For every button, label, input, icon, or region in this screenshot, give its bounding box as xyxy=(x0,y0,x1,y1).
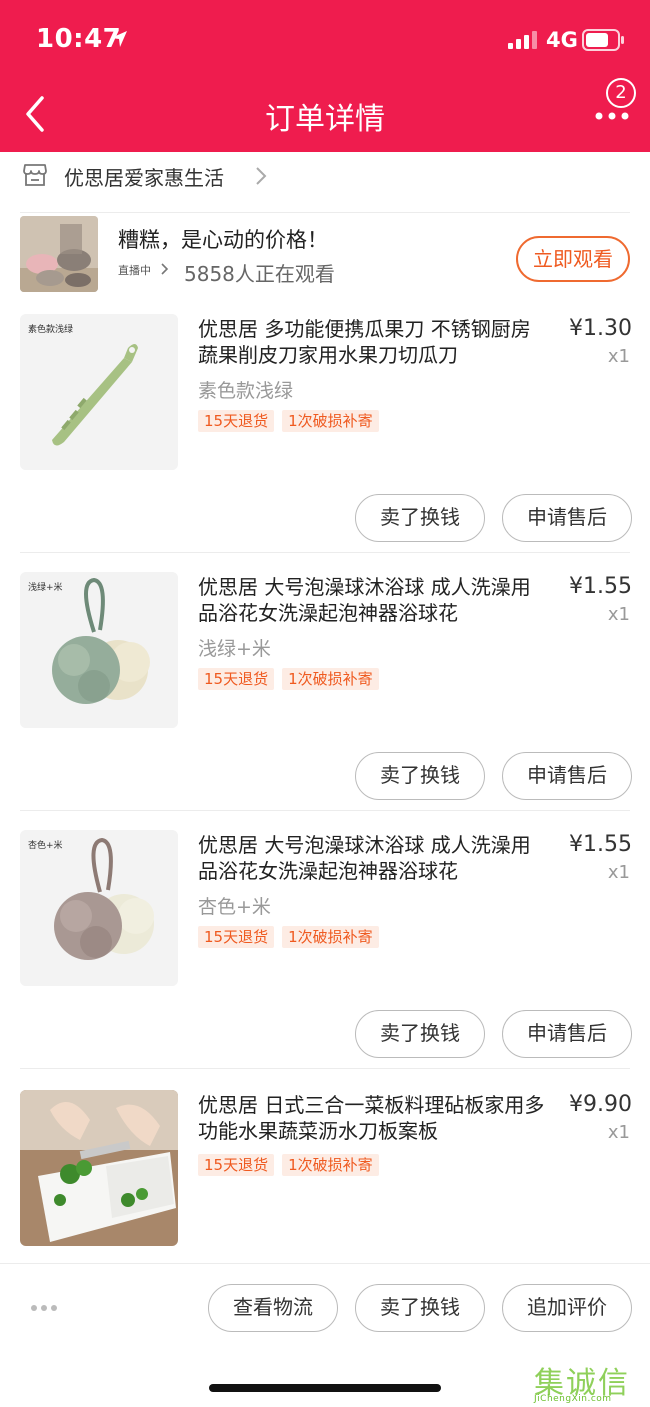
product-quantity: x1 xyxy=(607,862,630,883)
product-price: ¥1.55 xyxy=(569,574,632,599)
live-thumbnail[interactable] xyxy=(20,216,98,292)
live-title: 糟糕，是心动的价格！ xyxy=(118,228,328,252)
return-policy-tag: 15天退货 xyxy=(198,410,275,432)
product-title[interactable]: 优思居 大号泡澡球沐浴球 成人洗澡用品浴花女洗澡起泡神器浴球花 xyxy=(198,574,548,626)
thumbnail-label: 杏色+米 xyxy=(28,841,63,851)
product-thumbnail[interactable] xyxy=(20,1090,178,1246)
chevron-right-icon xyxy=(161,263,169,275)
product-quantity: x1 xyxy=(607,1122,630,1143)
product-variant: 浅绿+米 xyxy=(198,638,271,660)
store-row[interactable]: 优思居爱家惠生活 xyxy=(0,152,650,212)
after-sale-button[interactable]: 申请售后 xyxy=(502,494,632,542)
service-tags: 15天退货 1次破损补寄 xyxy=(198,1154,387,1176)
store-name[interactable]: 优思居爱家惠生活 xyxy=(64,162,224,191)
slippers-image xyxy=(20,216,98,292)
service-tags: 15天退货 1次破损补寄 xyxy=(198,926,387,948)
live-status-tag: 直播中 xyxy=(118,264,151,277)
after-sale-button[interactable]: 申请售后 xyxy=(502,1010,632,1058)
return-policy-tag: 15天退货 xyxy=(198,1154,275,1176)
service-tags: 15天退货 1次破损补寄 xyxy=(198,410,387,432)
product-thumbnail[interactable]: 浅绿+米 xyxy=(20,572,178,728)
live-banner[interactable]: 糟糕，是心动的价格！ 直播中 5858人正在观看 立即观看 xyxy=(0,214,650,298)
product-thumbnail[interactable]: 素色款浅绿 xyxy=(20,314,178,470)
damage-resend-tag: 1次破损补寄 xyxy=(282,1154,379,1176)
product-title[interactable]: 优思居 大号泡澡球沐浴球 成人洗澡用品浴花女洗澡起泡神器浴球花 xyxy=(198,832,548,884)
product-price: ¥9.90 xyxy=(569,1092,632,1117)
divider xyxy=(20,810,630,811)
resell-button[interactable]: 卖了换钱 xyxy=(355,1284,485,1332)
live-viewer-count: 5858人正在观看 xyxy=(184,262,335,286)
more-dots-icon[interactable] xyxy=(30,1302,60,1314)
damage-resend-tag: 1次破损补寄 xyxy=(282,926,379,948)
page-title: 订单详情 xyxy=(265,102,385,137)
chevron-right-icon xyxy=(256,167,267,185)
view-logistics-button[interactable]: 查看物流 xyxy=(208,1284,338,1332)
cutting-board-image xyxy=(20,1090,178,1246)
watch-now-button[interactable]: 立即观看 xyxy=(516,236,630,282)
thumbnail-label: 浅绿+米 xyxy=(28,583,63,593)
product-quantity: x1 xyxy=(607,346,630,367)
product-title[interactable]: 优思居 日式三合一菜板料理砧板家用多功能水果蔬菜沥水刀板案板 xyxy=(198,1092,548,1144)
bath-sponge-image xyxy=(20,830,178,986)
product-quantity: x1 xyxy=(607,604,630,625)
product-variant: 素色款浅绿 xyxy=(198,380,294,402)
signal-icon xyxy=(508,31,537,49)
home-indicator[interactable] xyxy=(209,1384,441,1392)
divider xyxy=(20,212,630,213)
thumbnail-label: 素色款浅绿 xyxy=(28,325,74,335)
return-policy-tag: 15天退货 xyxy=(198,926,275,948)
more-button[interactable] xyxy=(592,108,632,124)
divider xyxy=(0,1263,650,1264)
damage-resend-tag: 1次破损补寄 xyxy=(282,668,379,690)
resell-button[interactable]: 卖了换钱 xyxy=(355,494,485,542)
divider xyxy=(20,552,630,553)
knife-image xyxy=(20,314,178,470)
store-icon xyxy=(23,164,47,186)
watermark-url: JiChengXin.com xyxy=(534,1394,612,1404)
product-price: ¥1.30 xyxy=(569,316,632,341)
product-title[interactable]: 优思居 多功能便携瓜果刀 不锈钢厨房蔬果削皮刀家用水果刀切瓜刀 xyxy=(198,316,548,368)
message-count-badge: 2 xyxy=(606,78,636,108)
service-tags: 15天退货 1次破损补寄 xyxy=(198,668,387,690)
divider xyxy=(20,1068,630,1069)
after-sale-button[interactable]: 申请售后 xyxy=(502,752,632,800)
resell-button[interactable]: 卖了换钱 xyxy=(355,752,485,800)
location-arrow-icon xyxy=(111,31,127,47)
resell-button[interactable]: 卖了换钱 xyxy=(355,1010,485,1058)
product-thumbnail[interactable]: 杏色+米 xyxy=(20,830,178,986)
watermark: 集诚信 JiChengXin.com xyxy=(520,1358,648,1404)
product-variant: 杏色+米 xyxy=(198,896,271,918)
app-header: 10:47 4G 订单详情 2 xyxy=(0,0,650,152)
damage-resend-tag: 1次破损补寄 xyxy=(282,410,379,432)
battery-icon xyxy=(582,29,624,51)
network-label: 4G xyxy=(546,28,578,52)
return-policy-tag: 15天退货 xyxy=(198,668,275,690)
more-dots-icon xyxy=(595,112,629,120)
status-time: 10:47 xyxy=(36,24,122,54)
bath-sponge-image xyxy=(20,572,178,728)
add-review-button[interactable]: 追加评价 xyxy=(502,1284,632,1332)
product-price: ¥1.55 xyxy=(569,832,632,857)
